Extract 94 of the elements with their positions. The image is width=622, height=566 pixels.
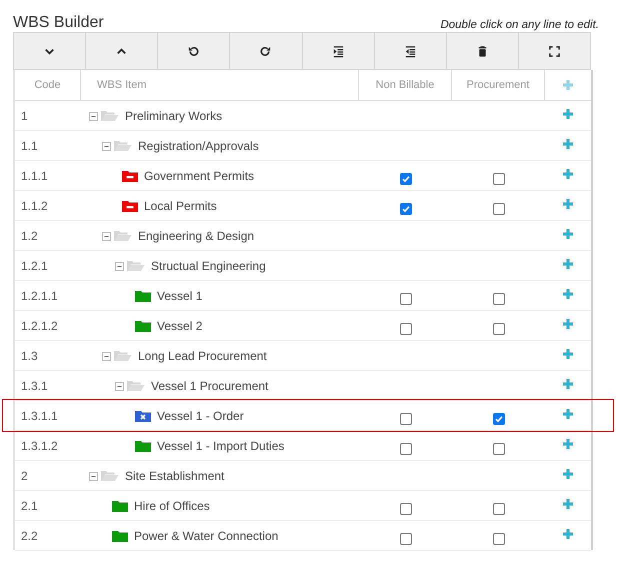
- checkbox[interactable]: [400, 442, 412, 454]
- add-child-icon[interactable]: [562, 138, 574, 150]
- up-button[interactable]: [85, 32, 158, 70]
- wbs-item-name: Preliminary Works: [125, 108, 222, 122]
- down-button[interactable]: [13, 32, 86, 70]
- column-header: WBS Item: [81, 70, 359, 100]
- code-cell-text: 1.2.1.2: [20, 318, 59, 332]
- checkbox[interactable]: [400, 532, 412, 544]
- add-child-icon[interactable]: [562, 168, 574, 180]
- code-cell-text: 1.3: [20, 348, 39, 362]
- column-header: Code: [15, 70, 81, 100]
- add-child-icon[interactable]: [562, 288, 574, 300]
- add-child-icon[interactable]: [562, 108, 574, 120]
- checkbox[interactable]: [492, 442, 504, 454]
- checkbox[interactable]: [400, 322, 412, 334]
- wbs-item-name: Vessel 1 - Import Duties: [157, 438, 284, 452]
- minus-folder-icon: [122, 200, 138, 212]
- code-cell-text: 1.3.1.1: [20, 408, 59, 422]
- add-child-icon[interactable]: [562, 438, 574, 450]
- open-folder-icon[interactable]: [115, 260, 145, 272]
- open-folder-icon[interactable]: [89, 470, 119, 482]
- wbs-item-name: Structual Engineering: [151, 258, 266, 272]
- wbs-item-name: Hire of Offices: [134, 498, 210, 512]
- checkbox[interactable]: [492, 412, 504, 424]
- folder-icon: [135, 440, 151, 452]
- wbs-item-name: Engineering & Design: [138, 228, 254, 242]
- code-cell-text: 2: [20, 468, 29, 482]
- wbs-item-name: Government Permits: [144, 168, 254, 182]
- add-child-icon[interactable]: [562, 528, 574, 540]
- checkbox[interactable]: [492, 322, 504, 334]
- wbs-item-name: Vessel 2: [157, 318, 202, 332]
- checkbox[interactable]: [400, 502, 412, 514]
- fullscreen-icon: [548, 44, 561, 58]
- open-folder-icon[interactable]: [102, 230, 132, 242]
- panel-title: WBS Builder: [13, 14, 104, 32]
- add-child-icon[interactable]: [562, 198, 574, 210]
- wbs-item-name: Site Establishment: [125, 468, 224, 482]
- code-cell-text: 2.1: [20, 498, 39, 512]
- code-cell-text: 1: [20, 108, 29, 122]
- checkbox[interactable]: [492, 502, 504, 514]
- code-cell-text: 1.3.1: [20, 378, 49, 392]
- checkbox[interactable]: [400, 292, 412, 304]
- wbs-item-name: Registration/Approvals: [138, 138, 259, 152]
- code-cell-text: 1.1.1: [20, 168, 49, 182]
- folder-icon: [135, 320, 151, 332]
- folder-icon: [112, 530, 128, 542]
- add-child-icon[interactable]: [562, 318, 574, 330]
- column-header: Non Billable: [359, 70, 452, 100]
- column-header: Procurement: [452, 70, 545, 100]
- undo-button[interactable]: [157, 32, 230, 70]
- hint-text: Double click on any line to edit.: [440, 19, 599, 32]
- wbs-item-name: Vessel 1 - Order: [157, 408, 244, 422]
- code-cell-text: 1.2: [20, 228, 39, 242]
- code-cell-text: 1.3.1.2: [20, 438, 59, 452]
- indent-icon: [332, 44, 345, 58]
- wbs-item-name: Vessel 1 Procurement: [151, 378, 268, 392]
- redo-icon: [259, 44, 272, 58]
- open-folder-icon[interactable]: [102, 350, 132, 362]
- add-icon[interactable]: [562, 79, 574, 91]
- checkbox[interactable]: [492, 292, 504, 304]
- delete-button[interactable]: [446, 32, 518, 70]
- code-cell-text: 1.2.1: [20, 258, 49, 272]
- code-cell-text: 1.1: [20, 138, 39, 152]
- open-folder-icon[interactable]: [115, 380, 145, 392]
- add-child-icon[interactable]: [562, 348, 574, 360]
- code-cell-text: 1.2.1.1: [20, 288, 59, 302]
- checkbox[interactable]: [400, 172, 412, 184]
- redo-button[interactable]: [229, 32, 302, 70]
- add-child-icon[interactable]: [562, 468, 574, 480]
- outdent-icon: [404, 44, 417, 58]
- add-child-icon[interactable]: [562, 258, 574, 270]
- add-child-icon[interactable]: [562, 228, 574, 240]
- folder-icon: [135, 290, 151, 302]
- add-child-icon[interactable]: [562, 408, 574, 420]
- checkbox[interactable]: [492, 532, 504, 544]
- checkbox[interactable]: [492, 172, 504, 184]
- open-folder-icon[interactable]: [102, 140, 132, 152]
- add-child-icon[interactable]: [562, 498, 574, 510]
- indent-button[interactable]: [302, 32, 374, 70]
- folder-icon: [112, 500, 128, 512]
- wbs-item-name: Vessel 1: [157, 288, 202, 302]
- undo-icon: [187, 44, 200, 58]
- minus-folder-icon: [122, 170, 138, 182]
- code-cell-text: 1.1.2: [20, 198, 49, 212]
- x-folder-icon: [135, 410, 151, 422]
- checkbox[interactable]: [400, 202, 412, 214]
- wbs-item-name: Local Permits: [144, 198, 217, 212]
- checkbox[interactable]: [492, 202, 504, 214]
- open-folder-icon[interactable]: [89, 110, 119, 122]
- wbs-item-name: Power & Water Connection: [134, 528, 278, 542]
- wbs-item-name: Long Lead Procurement: [138, 348, 267, 362]
- checkbox[interactable]: [400, 412, 412, 424]
- code-cell-text: 2.2: [20, 528, 39, 542]
- add-child-icon[interactable]: [562, 378, 574, 390]
